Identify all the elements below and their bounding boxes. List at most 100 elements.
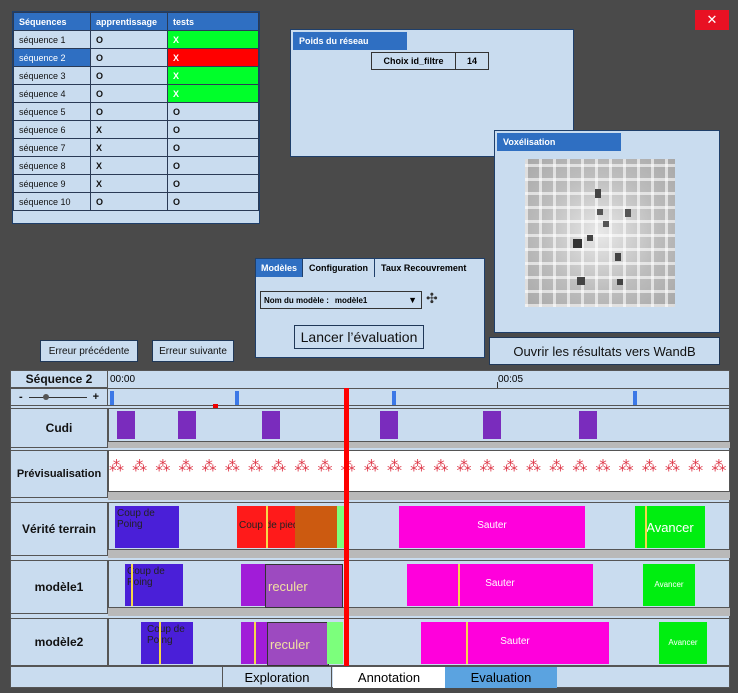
seq-learn[interactable]: X [90, 138, 168, 157]
seq-test[interactable]: X [167, 30, 259, 49]
voxel-block [597, 209, 603, 215]
time-ruler: 00:00 00:05 [108, 370, 730, 388]
seq-name[interactable]: séquence 2 [13, 48, 91, 67]
seq-test[interactable]: X [167, 84, 259, 103]
table-row[interactable]: séquence 3OX [13, 66, 259, 85]
seq-name[interactable]: séquence 9 [13, 174, 91, 193]
segment-back-inner[interactable]: reculer [265, 564, 343, 608]
cudi-event[interactable] [117, 411, 135, 439]
seq-test[interactable]: O [167, 102, 259, 121]
boundary-line [466, 622, 468, 664]
table-row[interactable]: séquence 6XO [13, 120, 259, 139]
seq-name[interactable]: séquence 1 [13, 30, 91, 49]
seq-test[interactable]: O [167, 192, 259, 211]
cudi-event[interactable] [579, 411, 597, 439]
seq-test[interactable]: X [167, 48, 259, 67]
cudi-event[interactable] [483, 411, 501, 439]
seq-name[interactable]: séquence 8 [13, 156, 91, 175]
seq-learn[interactable]: O [90, 48, 168, 67]
track-label-model2: modèle2 [10, 618, 108, 666]
segment-forward[interactable]: Avancer [659, 622, 707, 664]
seq-learn[interactable]: O [90, 30, 168, 49]
track-model2[interactable]: Coup de Poing reculer Sauter Avancer [108, 618, 730, 666]
seq-name[interactable]: séquence 5 [13, 102, 91, 121]
boundary-line [266, 506, 268, 548]
seq-test[interactable]: O [167, 120, 259, 139]
next-error-button[interactable]: Erreur suivante [152, 340, 234, 362]
close-icon: ✕ [706, 12, 718, 27]
zoom-handle[interactable] [42, 393, 49, 400]
seq-test[interactable]: O [167, 174, 259, 193]
chevron-down-icon[interactable]: ▼ [408, 295, 417, 305]
track-cudi[interactable] [108, 408, 730, 442]
overview-strip[interactable] [108, 388, 730, 408]
seq-name[interactable]: séquence 7 [13, 138, 91, 157]
track-preview[interactable]: ⁂ ⁂ ⁂ ⁂ ⁂ ⁂ ⁂ ⁂ ⁂ ⁂ ⁂ ⁂ ⁂ ⁂ ⁂ ⁂ ⁂ ⁂ ⁂ ⁂ … [108, 450, 731, 492]
seq-name[interactable]: séquence 4 [13, 84, 91, 103]
cudi-event[interactable] [262, 411, 280, 439]
track-label-ground-truth: Vérité terrain [10, 502, 108, 556]
open-wandb-results-button[interactable]: Ouvrir les résultats vers WandB [489, 337, 720, 365]
seq-learn[interactable]: O [90, 66, 168, 85]
boundary-line [645, 506, 647, 548]
segment-jump[interactable]: Sauter [421, 622, 609, 664]
model-selector[interactable]: Nom du modèle : modèle1 ▼ [260, 291, 422, 309]
zoom-track[interactable] [28, 393, 87, 400]
seq-name[interactable]: séquence 3 [13, 66, 91, 85]
tab-exploration[interactable]: Exploration [222, 667, 332, 688]
seq-learn[interactable]: X [90, 156, 168, 175]
cudi-event[interactable] [380, 411, 398, 439]
seq-test[interactable]: X [167, 66, 259, 85]
launch-evaluation-button[interactable]: Lancer l’évaluation [294, 325, 424, 349]
segment-kick-overlay [295, 506, 337, 548]
seq-name[interactable]: séquence 10 [13, 192, 91, 211]
table-row[interactable]: séquence 10 O O [13, 192, 259, 211]
segment-punch[interactable]: Coup de Poing [125, 564, 183, 606]
previous-error-button[interactable]: Erreur précédente [40, 340, 138, 362]
table-row[interactable]: séquence 1OX [13, 30, 259, 49]
segment-forward[interactable]: Avancer [643, 564, 695, 606]
track-ground-truth[interactable]: Coup de Poing Coup de pied Sauter Avance… [108, 502, 730, 550]
boundary-line [254, 622, 256, 664]
seq-learn[interactable]: O [90, 102, 168, 121]
table-row[interactable]: séquence 4OX [13, 84, 259, 103]
seq-name[interactable]: séquence 6 [13, 120, 91, 139]
add-model-icon[interactable]: ✣ [426, 290, 438, 307]
network-weights-title: Poids du réseau [293, 32, 407, 50]
seq-test[interactable]: O [167, 138, 259, 157]
voxel-block [615, 253, 621, 261]
tab-overlap-rate[interactable]: Taux Recouvrement [375, 259, 472, 277]
seq-test[interactable]: O [167, 156, 259, 175]
table-row[interactable]: séquence 9XO [13, 174, 259, 193]
sequence-title: Séquence 2 [10, 370, 108, 388]
track-label-cudi: Cudi [10, 408, 108, 448]
close-button[interactable]: ✕ [695, 10, 729, 30]
segment-punch[interactable]: Coup de Poing [141, 622, 193, 664]
tab-evaluation[interactable]: Evaluation [445, 667, 557, 688]
seq-learn[interactable]: X [90, 174, 168, 193]
track-model1[interactable]: Coup de Poing reculer Sauter Avancer [108, 560, 730, 608]
segment-jump[interactable]: Sauter [407, 564, 593, 606]
divider [108, 608, 730, 616]
zoom-minus[interactable]: - [19, 391, 23, 403]
filter-value[interactable]: 14 [456, 53, 488, 69]
table-row[interactable]: séquence 5OO [13, 102, 259, 121]
boundary-line [458, 564, 460, 606]
table-row[interactable]: séquence 7XO [13, 138, 259, 157]
playhead-cursor[interactable] [344, 388, 349, 668]
seq-learn[interactable]: O [90, 192, 168, 211]
seq-learn[interactable]: X [90, 120, 168, 139]
zoom-slider[interactable]: - + [10, 388, 108, 406]
segment-jump[interactable]: Sauter [399, 506, 585, 548]
segment-punch[interactable]: Coup de Poing [115, 506, 179, 548]
tab-annotation[interactable]: Annotation [333, 667, 445, 688]
tab-models[interactable]: Modèles [256, 259, 304, 277]
zoom-plus[interactable]: + [93, 391, 99, 403]
filter-id-selector[interactable]: Choix id_filtre 14 [371, 52, 489, 70]
segment-back-inner[interactable]: reculer [267, 622, 329, 666]
cudi-event[interactable] [178, 411, 196, 439]
seq-learn[interactable]: O [90, 84, 168, 103]
tab-configuration[interactable]: Configuration [303, 259, 376, 277]
table-row[interactable]: séquence 2OX [13, 48, 259, 67]
table-row[interactable]: séquence 8XO [13, 156, 259, 175]
